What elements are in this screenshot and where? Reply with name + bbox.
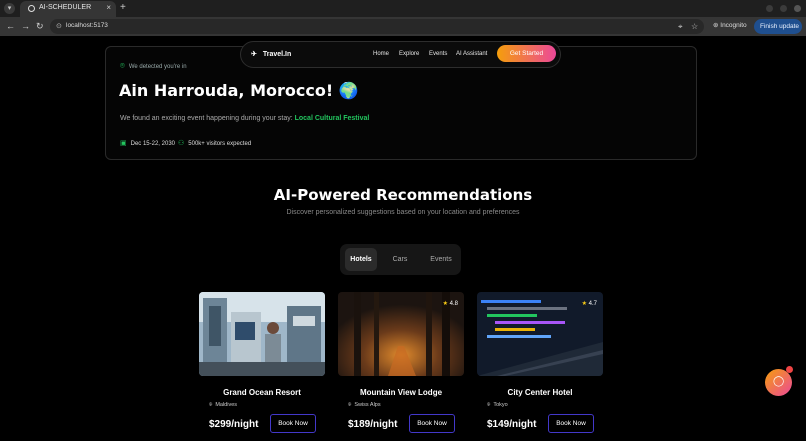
calendar-icon: ▣	[120, 140, 127, 147]
back-icon[interactable]: ←	[6, 20, 15, 32]
map-pin-icon: ⌾	[209, 402, 213, 408]
book-now-button[interactable]: Book Now	[270, 414, 316, 433]
browser-toolbar: ← → ↻ ⊙ localhost:5173 ⌖ ☆	[0, 17, 806, 36]
event-name[interactable]: Local Cultural Festival	[295, 115, 370, 122]
plane-icon: ✈	[251, 51, 257, 58]
hotel-card: ★ 4.7 City Center Hotel ⌾ Tokyo $149/nigh…	[477, 292, 603, 441]
detected-text: We detected you're in	[128, 64, 187, 70]
location-text: Tokyo	[493, 402, 508, 408]
page-content: ⌾ We detected you're in Ain Harrouda, Mor…	[0, 36, 806, 441]
browser-tab[interactable]: AI-SCHEDULER ×	[20, 1, 116, 17]
map-pin-icon: ⌾	[348, 402, 352, 408]
tab-cars[interactable]: Cars	[384, 248, 416, 271]
hotel-rating: ★ 4.8	[443, 300, 458, 307]
tab-search-icon[interactable]: ▾	[4, 3, 15, 14]
get-started-button[interactable]: Get Started	[497, 45, 556, 62]
brand-logo[interactable]: ✈ Travel.In	[251, 50, 291, 58]
bookmark-star-icon[interactable]: ☆	[691, 21, 698, 32]
map-pin-icon: ⌾	[487, 402, 491, 408]
star-icon: ★	[581, 301, 587, 307]
event-text: We found an exciting event happening dur…	[120, 115, 369, 122]
hotel-image: ★ 4.7	[477, 292, 603, 376]
close-icon[interactable]: ×	[106, 3, 111, 12]
hotel-rating: ★ 4.7	[582, 300, 597, 307]
hotel-location: ⌾ Tokyo	[487, 402, 508, 409]
hotel-location: ⌾ Maldives	[209, 402, 237, 409]
visitors-text: 500k+ visitors expected	[188, 141, 252, 147]
users-icon: ⚇	[178, 140, 185, 147]
nav-events[interactable]: Events	[429, 51, 447, 57]
book-now-button[interactable]: Book Now	[548, 414, 594, 433]
globe-icon	[28, 5, 35, 12]
forward-icon[interactable]: →	[21, 20, 30, 32]
hotel-image: ★ 4.8	[338, 292, 464, 376]
event-dates: ▣ Dec 15-22, 2030	[120, 139, 175, 147]
brand-name: Travel.In	[262, 51, 292, 58]
hotel-price: $299/night	[209, 419, 259, 430]
location-text: Maldives	[215, 402, 238, 408]
address-bar[interactable]: ⊙ localhost:5173 ⌖ ☆	[50, 19, 704, 34]
url-text: localhost:5173	[66, 22, 108, 29]
notification-dot	[786, 366, 793, 373]
location-text: Swiss Alps	[354, 402, 381, 408]
site-info-icon[interactable]: ⊙	[56, 21, 62, 32]
hotel-name: City Center Hotel	[507, 388, 573, 397]
hotel-image	[199, 292, 325, 376]
site-navbar: ✈ Travel.In Home Explore Events AI Assist…	[240, 41, 561, 68]
hotel-location: ⌾ Swiss Alps	[348, 402, 381, 409]
hotel-price: $149/night	[487, 419, 537, 430]
finish-update-button[interactable]: Finish update ⋮	[754, 19, 802, 45]
finish-update-label: Finish update	[760, 23, 800, 30]
chat-bubble-icon: ◯	[773, 376, 785, 387]
map-pin-icon: ⌾	[120, 61, 125, 70]
tab-hotels[interactable]: Hotels	[345, 248, 377, 271]
hotel-card: Grand Ocean Resort ⌾ Maldives $299/night …	[199, 292, 325, 441]
browser-tab-bar: ▾ AI-SCHEDULER × +	[0, 0, 806, 17]
minimize-icon[interactable]	[766, 5, 773, 12]
book-now-button[interactable]: Book Now	[409, 414, 455, 433]
incognito-text: Incognito	[720, 22, 747, 29]
hotel-price: $189/night	[348, 419, 398, 430]
rating-value: 4.8	[449, 301, 458, 307]
close-window-icon[interactable]	[794, 5, 801, 12]
dates-text: Dec 15-22, 2030	[130, 141, 175, 147]
recommendations-subtitle: Discover personalized suggestions based …	[286, 209, 520, 216]
maximize-icon[interactable]	[780, 5, 787, 12]
location-title: Ain Harrouda, Morocco! 🌍	[119, 81, 359, 100]
category-tabs: Hotels Cars Events	[340, 244, 461, 275]
chat-button[interactable]: ◯	[765, 369, 792, 396]
nav-ai-assistant[interactable]: AI Assistant	[456, 51, 487, 57]
tab-events[interactable]: Events	[424, 248, 458, 271]
hotel-card: ★ 4.8 Mountain View Lodge ⌾ Swiss Alps $1…	[338, 292, 464, 441]
nav-explore[interactable]: Explore	[399, 51, 419, 57]
hotel-name: Mountain View Lodge	[359, 388, 443, 397]
detected-label: ⌾ We detected you're in	[120, 61, 187, 71]
reload-icon[interactable]: ↻	[36, 20, 44, 32]
tab-title: AI-SCHEDULER	[39, 4, 92, 11]
new-tab-icon[interactable]: +	[120, 2, 126, 14]
location-icon[interactable]: ⌖	[678, 21, 683, 32]
hotel-name: Grand Ocean Resort	[223, 388, 301, 397]
recommendations-title: AI-Powered Recommendations	[273, 186, 533, 204]
incognito-label[interactable]: ⊛ Incognito	[713, 21, 747, 29]
star-icon: ★	[442, 301, 448, 307]
nav-home[interactable]: Home	[373, 51, 389, 57]
event-visitors: ⚇ 500k+ visitors expected	[178, 139, 251, 147]
event-intro: We found an exciting event happening dur…	[120, 115, 293, 122]
rating-value: 4.7	[588, 301, 597, 307]
